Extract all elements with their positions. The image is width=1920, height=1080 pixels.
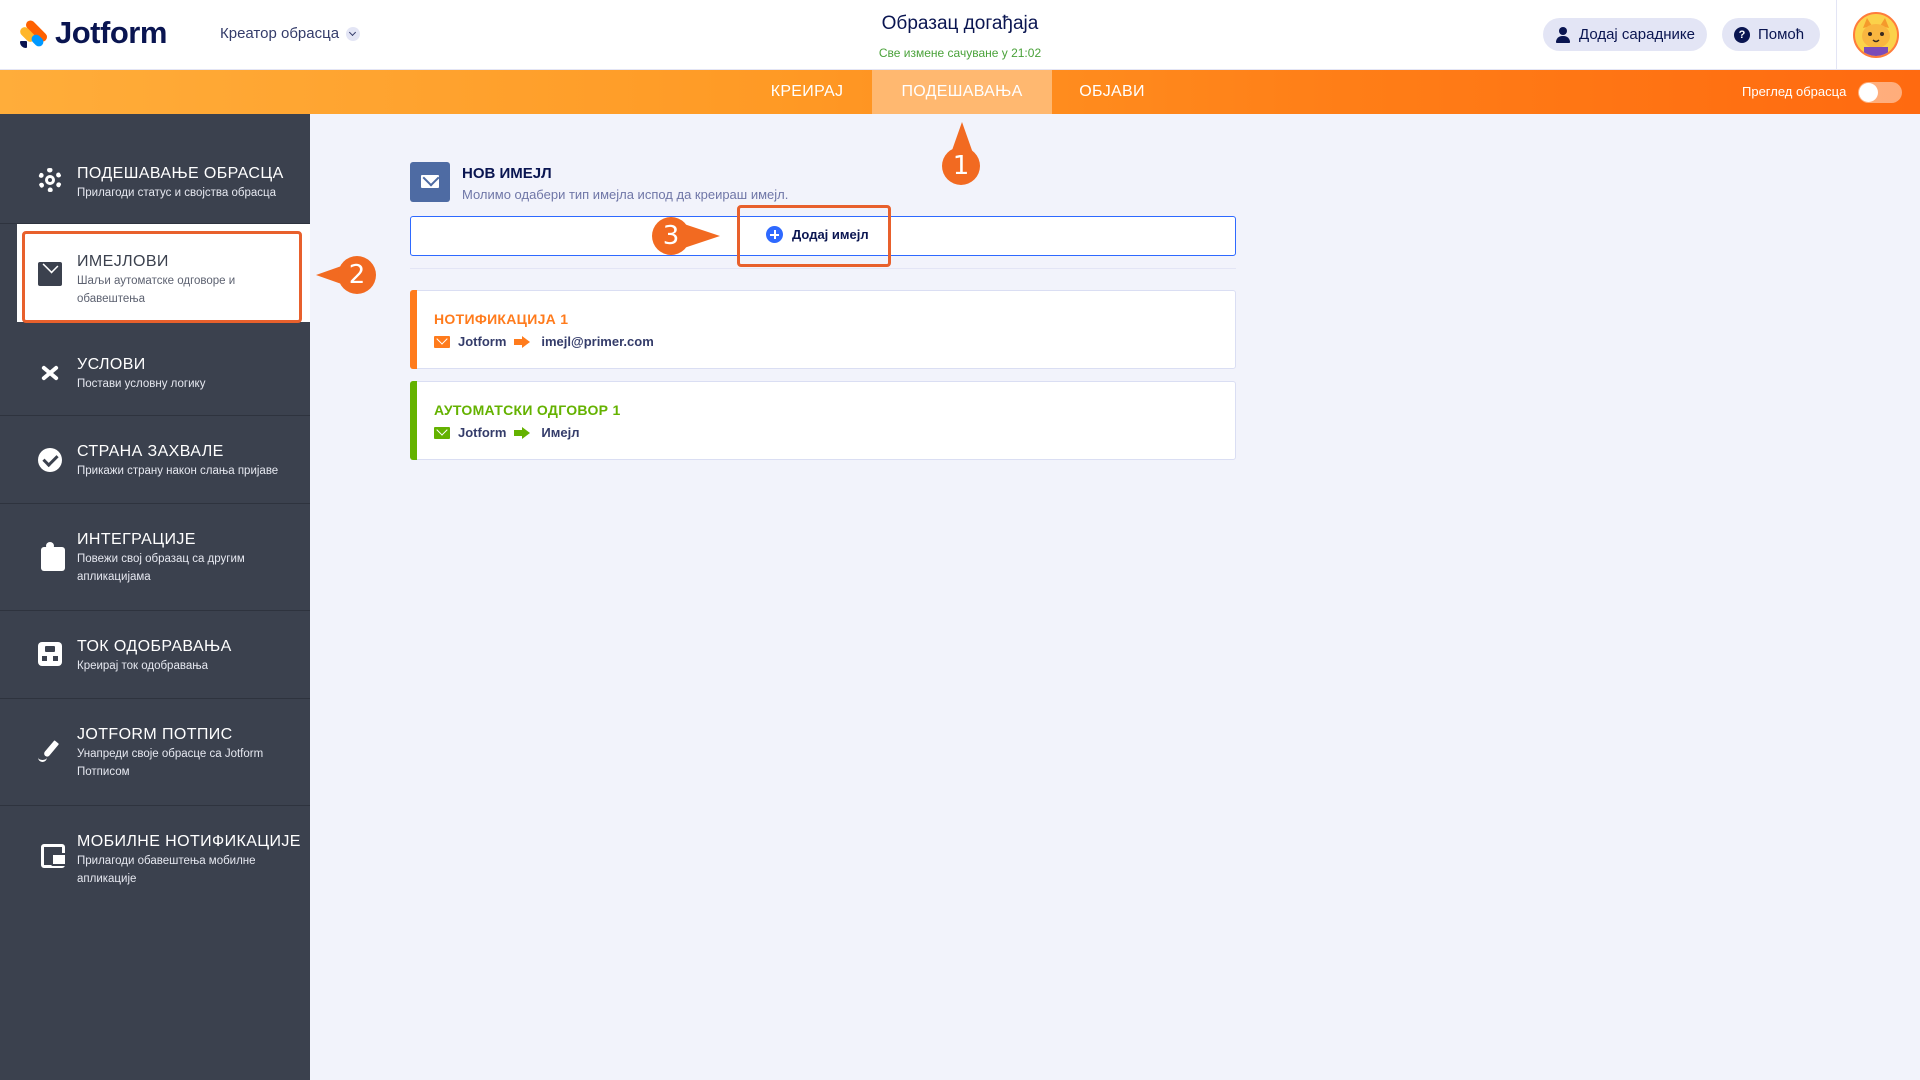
sidebar-item-title: СТРАНА ЗАХВАЛЕ	[77, 443, 224, 460]
email-card-route: Jotform Имејл	[434, 425, 579, 440]
sidebar-item-desc: Прикажи страну након слања пријаве	[77, 465, 279, 477]
sidebar-item-desc: Прилагоди обавештења мобилне апликације	[77, 855, 256, 885]
card-color-bar	[410, 290, 417, 369]
person-icon	[1555, 26, 1571, 43]
sidebar-item-title: МОБИЛНЕ НОТИФИКАЦИЈЕ	[77, 833, 301, 850]
sidebar-item-form-settings[interactable]: ПОДЕШАВАЊЕ ОБРАСЦА Прилагоди статус и св…	[0, 114, 310, 224]
email-card-title: АУТОМАТСКИ ОДГОВОР 1	[434, 402, 621, 418]
pen-icon	[38, 738, 62, 762]
sidebar-item-title: ПОДЕШАВАЊЕ ОБРАСЦА	[77, 165, 284, 182]
annotation-pointer	[684, 224, 720, 248]
new-email-title: НОВ ИМЕЈЛ	[462, 165, 552, 182]
email-card-autoresponder[interactable]: АУТОМАТСКИ ОДГОВОР 1 Jotform Имејл	[410, 381, 1236, 460]
sidebar-item-integrations[interactable]: ИНТЕГРАЦИЈЕ Повежи свој образац са други…	[0, 505, 310, 611]
email-to: Имејл	[541, 425, 580, 440]
main-nav: КРЕИРАЈ ПОДЕШАВАЊА ОБЈАВИ Преглед обрасц…	[0, 70, 1920, 114]
sidebar-item-title: JOTFORM ПОТПИС	[77, 726, 233, 743]
add-collaborators-button[interactable]: Додај сараднике	[1543, 18, 1707, 51]
tab-publish[interactable]: ОБЈАВИ	[1052, 70, 1172, 114]
preview-form-toggle[interactable]	[1858, 82, 1902, 103]
arrow-right-icon	[514, 426, 531, 439]
logo-text: Jotform	[55, 15, 167, 50]
shuffle-icon	[38, 361, 62, 385]
email-from: Jotform	[458, 425, 507, 440]
tab-create[interactable]: КРЕИРАЈ	[752, 70, 862, 114]
email-from: Jotform	[458, 334, 507, 349]
annotation-badge-1: 1	[942, 147, 980, 185]
jotform-logo[interactable]: Jotform	[18, 15, 167, 51]
card-color-bar	[410, 381, 417, 460]
sidebar-item-desc: Креирај ток одобравања	[77, 660, 208, 672]
sidebar-item-title: ТОК ОДОБРАВАЊА	[77, 638, 232, 655]
sidebar-item-title: УСЛОВИ	[77, 356, 146, 373]
add-collaborators-label: Додај сараднике	[1579, 26, 1695, 43]
builder-menu-dropdown[interactable]: Креатор обрасца	[220, 25, 361, 42]
sidebar-item-desc: Постави условну логику	[77, 378, 206, 390]
divider	[410, 268, 1236, 269]
envelope-icon	[434, 335, 450, 348]
preview-form-label: Преглед обрасца	[1742, 84, 1847, 99]
email-card-route: Jotform imejl@primer.com	[434, 334, 654, 349]
avatar[interactable]	[1853, 12, 1899, 58]
annotation-badge-2: 2	[338, 256, 376, 294]
save-status: Све измене сачуване у 21:02	[878, 46, 1042, 60]
sidebar-item-conditions[interactable]: УСЛОВИ Постави условну логику	[0, 329, 310, 416]
annotation-highlight-add-email	[737, 205, 891, 267]
approval-flow-icon	[38, 642, 62, 666]
sidebar-item-desc: Унапреди своје обрасце са Jotform Потпис…	[77, 748, 264, 778]
sidebar-item-mobile-notifications[interactable]: МОБИЛНЕ НОТИФИКАЦИЈЕ Прилагоди обавештењ…	[0, 807, 310, 913]
question-icon: ?	[1734, 26, 1750, 43]
top-header: Jotform Креатор обрасца Образац догађаја…	[0, 0, 1920, 70]
jotform-logo-icon	[18, 17, 49, 49]
puzzle-icon	[41, 542, 65, 571]
sidebar-item-title: ИНТЕГРАЦИЈЕ	[77, 531, 196, 548]
annotation-highlight-emails	[22, 231, 302, 323]
envelope-icon	[434, 426, 450, 439]
sidebar-item-thank-you-page[interactable]: СТРАНА ЗАХВАЛЕ Прикажи страну након слањ…	[0, 417, 310, 504]
arrow-right-icon	[514, 335, 531, 348]
sidebar-item-desc: Прилагоди статус и својства обрасца	[77, 187, 276, 199]
gear-icon	[38, 168, 62, 192]
help-label: Помоћ	[1758, 26, 1805, 43]
builder-menu-label: Креатор обрасца	[220, 25, 340, 42]
new-email-subtitle: Молимо одабери тип имејла испод да креир…	[462, 187, 789, 202]
header-divider	[1836, 0, 1837, 70]
check-circle-icon	[38, 448, 62, 472]
sidebar-item-jotform-sign[interactable]: JOTFORM ПОТПИС Унапреди своје обрасце са…	[0, 700, 310, 806]
mobile-icon	[41, 844, 67, 868]
email-to: imejl@primer.com	[541, 334, 654, 349]
sidebar-item-desc: Повежи свој образац са другим апликација…	[77, 553, 245, 583]
help-button[interactable]: ? Помоћ	[1722, 18, 1820, 51]
form-title[interactable]: Образац догађаја	[760, 13, 1160, 35]
email-card-notification[interactable]: НОТИФИКАЦИЈА 1 Jotform imejl@primer.com	[410, 290, 1236, 369]
sidebar-item-approval-flow[interactable]: ТОК ОДОБРАВАЊА Креирај ток одобравања	[0, 612, 310, 699]
tab-settings[interactable]: ПОДЕШАВАЊА	[872, 70, 1052, 114]
email-card-title: НОТИФИКАЦИЈА 1	[434, 311, 569, 327]
envelope-icon	[410, 162, 450, 202]
chevron-down-icon	[346, 26, 361, 41]
